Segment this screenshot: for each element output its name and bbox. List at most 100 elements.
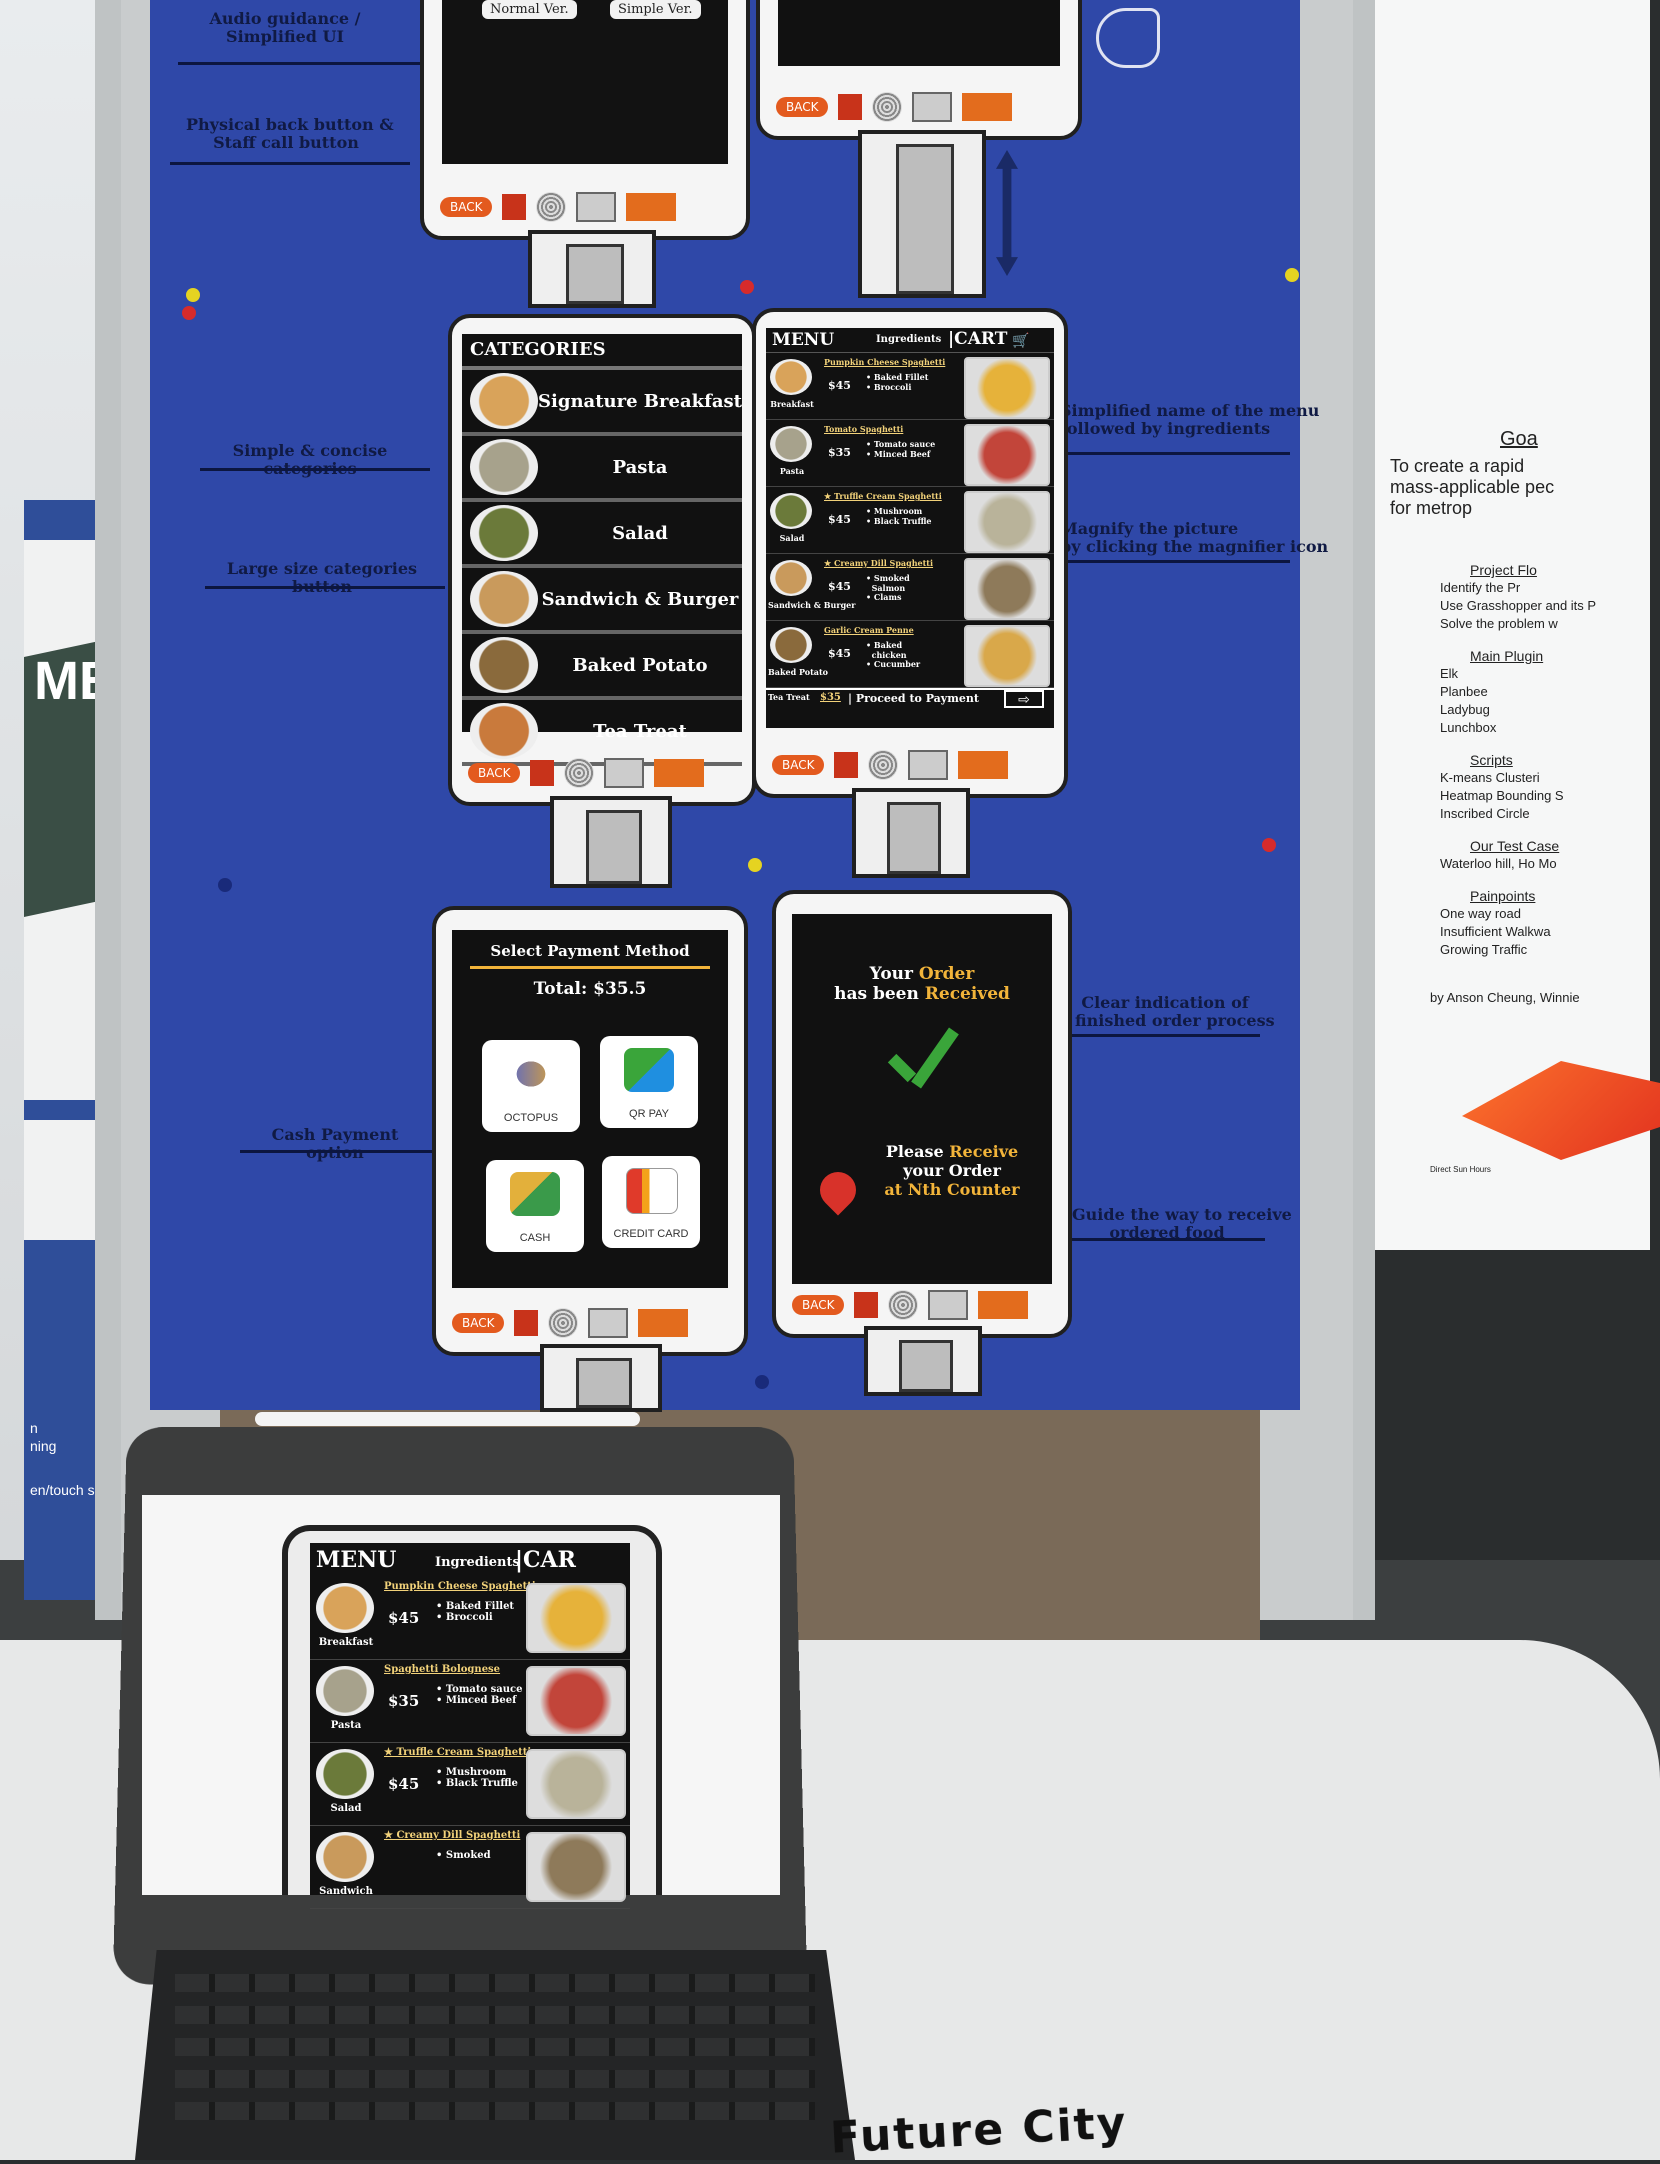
menu-category-label: Pasta: [779, 466, 805, 476]
category-button[interactable]: Sandwich & Burger: [462, 568, 742, 634]
push-pin: [748, 858, 762, 872]
kiosk-hardware-bar: BACK: [452, 1306, 728, 1340]
menu-item-photo[interactable]: [964, 558, 1050, 620]
payment-option-label: CASH: [519, 1232, 551, 1244]
note-simplified-name: Simplified name of the menu followed by …: [1060, 401, 1319, 439]
simple-version-button[interactable]: Simple Ver.: [610, 0, 701, 19]
payment-title: Select Payment Method: [490, 942, 690, 960]
speaker-icon: [536, 192, 567, 222]
menu-item[interactable]: Pasta Tomato Spaghetti $35 • Tomato sauce •…: [766, 420, 1054, 487]
menu-item-ingredients: • Tomato sauce • Minced Beef: [866, 439, 936, 459]
poster-section-heading: Main Plugin: [1470, 648, 1544, 664]
category-button[interactable]: Signature Breakfast: [462, 370, 742, 436]
back-button[interactable]: BACK: [792, 1295, 845, 1315]
tablet-item-ingredients: • Smoked: [436, 1850, 491, 1861]
arrow-right-icon[interactable]: ⇨: [1004, 690, 1044, 708]
menu-list: Breakfast Pumpkin Cheese Spaghetti $45 • Ba…: [766, 353, 1054, 688]
stylus-pencil: [255, 1412, 640, 1426]
back-button[interactable]: BACK: [440, 197, 493, 217]
proceed-to-payment-button[interactable]: | Proceed to Payment: [848, 692, 979, 705]
tablet-menu-item[interactable]: Breakfast Pumpkin Cheese Spaghetti $45 • Ba…: [310, 1577, 630, 1660]
cart-icon[interactable]: 🛒: [1012, 332, 1029, 349]
category-thumbnail: [470, 703, 538, 759]
back-button[interactable]: BACK: [468, 763, 521, 783]
tablet-menu-item[interactable]: Pasta Spaghetti Bolognese $35 • Tomato sauc…: [310, 1660, 630, 1743]
menu-item-ingredients: • Baked chicken • Cucumber: [866, 640, 921, 670]
tablet-menu-list: Breakfast Pumpkin Cheese Spaghetti $45 • Ba…: [310, 1577, 630, 1909]
staff-call-button[interactable]: [834, 752, 859, 778]
push-pin: [1285, 268, 1299, 282]
staff-call-button[interactable]: [530, 760, 555, 786]
menu-item[interactable]: Sandwich & Burger ★ Creamy Dill Spaghetti…: [766, 554, 1054, 621]
tablet-menu-item[interactable]: Sandwich ★ Creamy Dill Spaghetti • Smoked: [310, 1826, 630, 1909]
menu-item-photo[interactable]: [964, 491, 1050, 553]
kiosk-menu: MENU Ingredients |CART 🛒 Breakfast Pumpki…: [752, 308, 1068, 798]
octopus-payment-option[interactable]: OCTOPUS: [482, 1040, 580, 1132]
kiosk-order-received: Your Order has been Received Please Rece…: [772, 890, 1072, 1338]
card-reader: [958, 751, 1009, 779]
staff-call-button[interactable]: [514, 1310, 539, 1336]
tablet-menu-item[interactable]: Salad ★ Truffle Cream Spaghetti $45 • Mushr…: [310, 1743, 630, 1826]
tablet-ingredients-tab[interactable]: Ingredients: [435, 1555, 520, 1570]
cash-payment-option[interactable]: CASH: [486, 1160, 584, 1252]
category-thumbnail: [770, 426, 812, 462]
keyboard[interactable]: [135, 1950, 855, 2160]
payment-option-label: OCTOPUS: [503, 1112, 559, 1124]
tablet-item-ingredients: • Mushroom • Black Truffle: [436, 1767, 518, 1789]
text: Please: [885, 1142, 950, 1161]
back-button[interactable]: BACK: [776, 97, 829, 117]
staff-call-button[interactable]: [502, 194, 527, 220]
menu-item[interactable]: Salad ★ Truffle Cream Spaghetti $45 • Mushr…: [766, 487, 1054, 554]
menu-item-photo[interactable]: [964, 424, 1050, 486]
text: has been: [834, 984, 925, 1004]
staff-call-button[interactable]: [854, 1292, 879, 1318]
category-button[interactable]: Salad: [462, 502, 742, 568]
category-button[interactable]: Baked Potato: [462, 634, 742, 700]
note-cash-payment: Cash Payment option: [271, 1125, 399, 1162]
tablet-category-thumbnail: [316, 1832, 374, 1882]
menu-screen: MENU Ingredients |CART 🛒 Breakfast Pumpki…: [766, 328, 1054, 728]
menu-item-photo[interactable]: [964, 625, 1050, 687]
octopus-icon: [506, 1052, 556, 1096]
speaker-icon: [868, 750, 899, 780]
speaker-icon: [888, 1290, 919, 1320]
note-rule: [205, 586, 445, 589]
category-button[interactable]: Pasta: [462, 436, 742, 502]
menu-item-photo[interactable]: [964, 357, 1050, 419]
tablet-category-label: Pasta: [330, 1720, 362, 1731]
menu-category-label: Baked Potato: [768, 667, 829, 677]
key-row: [175, 2038, 815, 2056]
back-button[interactable]: BACK: [772, 755, 825, 775]
kiosk-hardware-bar: BACK: [772, 748, 1048, 782]
credit-card-option[interactable]: CREDIT CARD: [602, 1156, 700, 1248]
note-rule: [1065, 1238, 1265, 1241]
kiosk-screen: [778, 0, 1060, 66]
tablet-item-price: $45: [388, 1775, 420, 1793]
tablet-item-price: $35: [388, 1692, 420, 1710]
tablet-cart-tab[interactable]: |CAR: [515, 1547, 576, 1573]
menu-item[interactable]: Baked Potato Garlic Cream Penne $45 • Baked…: [766, 621, 1054, 688]
poster-goal-text: To create a rapid mass-applicable pec fo…: [1390, 456, 1555, 518]
menu-item-price: $45: [828, 379, 851, 392]
qr-pay-option[interactable]: QR PAY: [600, 1036, 698, 1128]
card-slot: [604, 758, 645, 788]
poster-section-line: Identify the Pr: [1440, 580, 1521, 595]
menu-item[interactable]: Breakfast Pumpkin Cheese Spaghetti $45 • Ba…: [766, 353, 1054, 420]
card-slot: [588, 1308, 629, 1338]
staff-call-button[interactable]: [838, 94, 863, 120]
cart-tab[interactable]: |CART: [948, 329, 1007, 349]
tablet-item-name: ★ Creamy Dill Spaghetti: [384, 1830, 521, 1841]
right-poster: Goa To create a rapid mass-applicable pe…: [1330, 0, 1660, 1250]
key-row: [175, 2070, 815, 2088]
normal-version-button[interactable]: Normal Ver.: [482, 0, 577, 19]
category-label: Baked Potato: [572, 654, 708, 676]
card-slot: [576, 192, 617, 222]
ingredients-tab[interactable]: Ingredients: [876, 334, 941, 345]
back-button[interactable]: BACK: [452, 1313, 505, 1333]
kiosk-stand: [540, 1344, 662, 1412]
tablet-category-label: Sandwich: [319, 1886, 373, 1897]
tablet-category-thumbnail: [316, 1749, 374, 1799]
push-pin: [740, 280, 754, 294]
poster-section-line: Heatmap Bounding S: [1440, 788, 1564, 803]
poster-credits: by Anson Cheung, Winnie: [1430, 990, 1580, 1005]
